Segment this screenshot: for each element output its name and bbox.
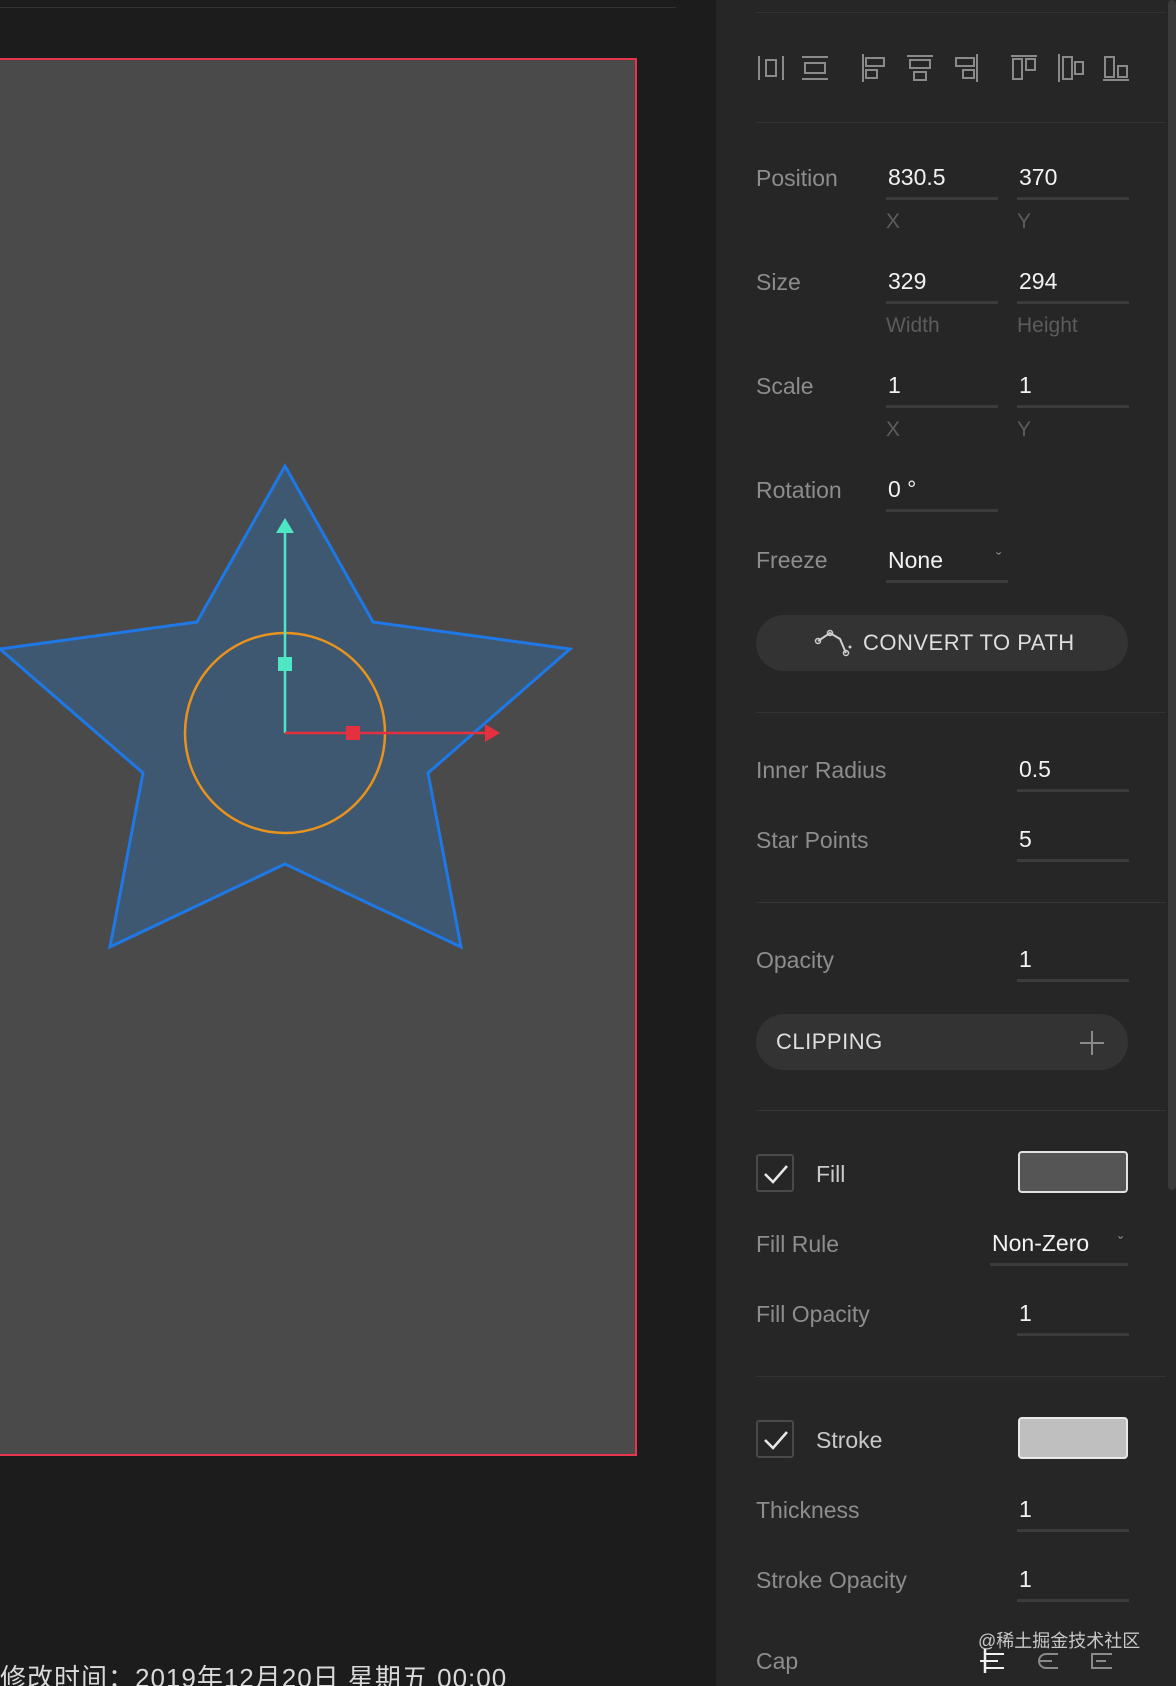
stroke-opacity-input[interactable]: 1: [1017, 1564, 1129, 1602]
opacity-label: Opacity: [756, 947, 834, 973]
distribute-horizontal-icon[interactable]: [756, 52, 786, 84]
align-top-icon[interactable]: [1009, 52, 1039, 84]
distribute-vertical-icon[interactable]: [800, 52, 830, 84]
square-cap-icon[interactable]: [1086, 1646, 1116, 1676]
align-bottom-icon[interactable]: [1101, 52, 1131, 84]
inner-radius-input[interactable]: 0.5: [1017, 754, 1129, 792]
size-width-input[interactable]: 329: [886, 266, 998, 304]
position-x-input[interactable]: 830.5: [886, 162, 998, 200]
section-divider: [756, 122, 1166, 123]
align-center-horizontal-icon[interactable]: [905, 52, 935, 84]
scale-y-caption: Y: [1017, 418, 1032, 441]
scale-x-input[interactable]: 1: [886, 370, 998, 408]
fill-rule-label: Fill Rule: [756, 1231, 840, 1257]
star-points-label: Star Points: [756, 827, 869, 853]
y-scale-handle[interactable]: [278, 657, 292, 671]
convert-to-path-label: CONVERT TO PATH: [863, 630, 1075, 655]
star-shape-layer[interactable]: [0, 0, 716, 1686]
size-height-caption: Height: [1017, 314, 1078, 337]
round-cap-icon[interactable]: [1032, 1646, 1062, 1676]
size-height-input[interactable]: 294: [1017, 266, 1129, 304]
align-right-icon[interactable]: [951, 52, 981, 84]
x-axis-arrow-head[interactable]: [485, 724, 500, 742]
inspector-scrollbar[interactable]: [1168, 0, 1176, 1190]
position-y-input[interactable]: 370: [1017, 162, 1129, 200]
convert-to-path-button[interactable]: CONVERT TO PATH: [756, 615, 1128, 671]
cap-label: Cap: [756, 1648, 799, 1674]
fill-checkbox[interactable]: [756, 1154, 794, 1192]
chevron-down-icon: ˇ: [1118, 1235, 1124, 1252]
chevron-down-icon: ˇ: [996, 551, 1002, 568]
rotation-input[interactable]: 0 °: [886, 474, 998, 512]
position-y-caption: Y: [1017, 210, 1032, 233]
design-canvas[interactable]: 修改时间：2019年12月20日 星期五 00:00: [0, 0, 716, 1686]
size-width-caption: Width: [886, 314, 940, 337]
fill-label: Fill: [816, 1161, 846, 1187]
add-icon[interactable]: [1078, 1029, 1106, 1057]
scale-y-input[interactable]: 1: [1017, 370, 1129, 408]
section-divider: [756, 712, 1166, 713]
stroke-opacity-label: Stroke Opacity: [756, 1567, 907, 1593]
position-label: Position: [756, 165, 838, 191]
x-scale-handle[interactable]: [346, 726, 360, 740]
inner-radius-label: Inner Radius: [756, 757, 887, 783]
section-divider: [756, 1110, 1166, 1111]
checkmark-icon: [764, 1431, 788, 1450]
rotation-label: Rotation: [756, 477, 842, 503]
section-divider: [756, 902, 1166, 903]
thickness-label: Thickness: [756, 1497, 860, 1523]
freeze-select[interactable]: None: [886, 545, 1008, 583]
footer-text: 修改时间：2019年12月20日 星期五 00:00: [0, 1664, 508, 1686]
section-divider: [756, 1376, 1166, 1377]
stroke-color-swatch[interactable]: [1018, 1417, 1128, 1459]
butt-cap-icon[interactable]: [978, 1646, 1008, 1676]
stroke-label: Stroke: [816, 1427, 883, 1453]
fill-opacity-input[interactable]: 1: [1017, 1298, 1129, 1336]
fill-color-swatch[interactable]: [1018, 1151, 1128, 1193]
align-toolbar: [756, 52, 1136, 84]
star-points-input[interactable]: 5: [1017, 824, 1129, 862]
scale-x-caption: X: [886, 418, 901, 441]
clipping-button[interactable]: CLIPPING: [756, 1014, 1128, 1070]
section-divider: [756, 12, 1166, 13]
stroke-checkbox[interactable]: [756, 1420, 794, 1458]
fill-opacity-label: Fill Opacity: [756, 1301, 870, 1327]
path-tool-icon: [814, 629, 852, 657]
align-center-vertical-icon[interactable]: [1055, 52, 1085, 84]
checkmark-icon: [764, 1165, 788, 1184]
position-x-caption: X: [886, 210, 901, 233]
size-label: Size: [756, 269, 801, 295]
align-left-icon[interactable]: [859, 52, 889, 84]
scale-label: Scale: [756, 373, 814, 399]
clipping-label: CLIPPING: [776, 1029, 883, 1054]
freeze-label: Freeze: [756, 547, 828, 573]
thickness-input[interactable]: 1: [1017, 1494, 1129, 1532]
fill-rule-select[interactable]: Non-Zero: [990, 1228, 1128, 1266]
opacity-input[interactable]: 1: [1017, 944, 1129, 982]
